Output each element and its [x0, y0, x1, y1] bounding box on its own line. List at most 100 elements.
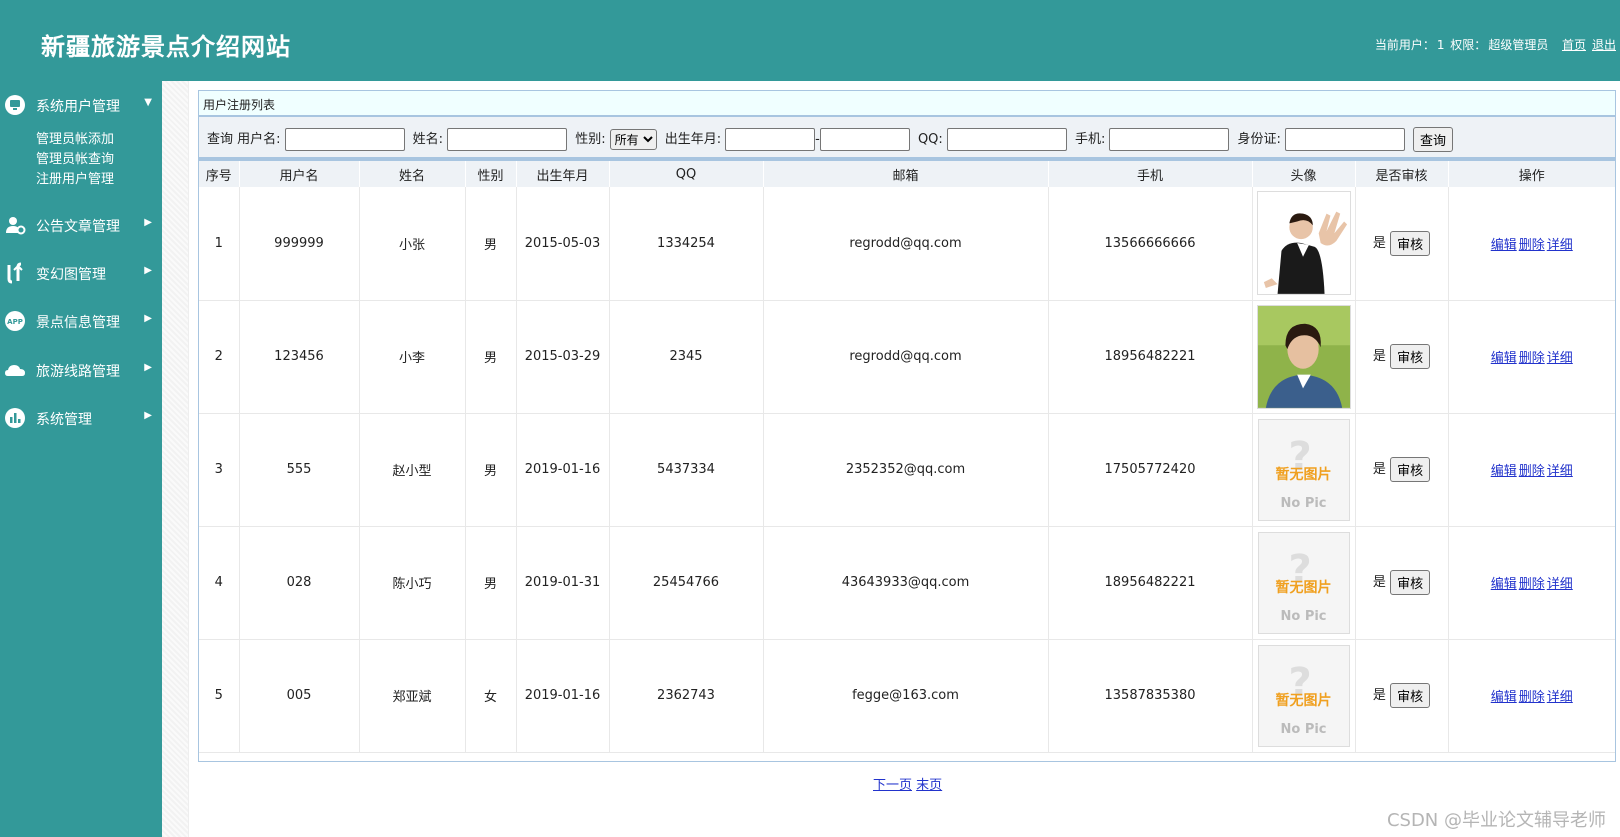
- sidebar-divider: [162, 81, 189, 837]
- delete-link[interactable]: 删除: [1519, 577, 1545, 592]
- watermark: CSDN @毕业论文辅导老师: [1386, 810, 1606, 831]
- cell-email: 2352352@qq.com: [763, 413, 1049, 527]
- user-info: 当前用户： 1 权限： 超级管理员 首页 退出: [1373, 36, 1616, 53]
- chevron-right-icon: ▶: [144, 362, 152, 373]
- exchange-icon: [7, 262, 23, 284]
- delete-link[interactable]: 删除: [1519, 351, 1545, 366]
- table-row: 3 555 赵小型男 2019-01-16 5437334 2352352@qq.com 1…: [199, 413, 1615, 527]
- cell-name: 小张: [359, 187, 466, 301]
- role-label: 权限：: [1450, 38, 1487, 52]
- sidebar-group-route[interactable]: 旅游线路管理 ▶: [0, 354, 162, 384]
- current-user-label: 当前用户：: [1374, 38, 1435, 52]
- column-header: 手机: [1048, 161, 1253, 187]
- detail-link[interactable]: 详细: [1547, 464, 1573, 479]
- cell-phone: 13566666666: [1048, 187, 1253, 301]
- name-input[interactable]: [447, 128, 568, 151]
- last-page-link[interactable]: 末页: [916, 778, 942, 793]
- cell-username: 999999: [239, 187, 360, 301]
- logout-link[interactable]: 退出: [1592, 38, 1616, 52]
- table-row: 1 999999 小张男 2015-05-03 1334254 regrodd@qq.co…: [199, 187, 1615, 301]
- audit-status: 是: [1372, 235, 1386, 251]
- svg-text:APP: APP: [7, 318, 23, 326]
- cell-qq: 2362743: [609, 639, 764, 753]
- cell-birth: 2019-01-31: [516, 526, 610, 640]
- cell-audit: 是 审核: [1355, 300, 1449, 414]
- edit-link[interactable]: 编辑: [1491, 464, 1517, 479]
- detail-link[interactable]: 详细: [1547, 690, 1573, 705]
- audit-button[interactable]: 审核: [1390, 570, 1431, 595]
- no-picture-text-en: No Pic: [1280, 495, 1327, 511]
- submenu-admin-query[interactable]: 管理员帐查询: [36, 148, 114, 167]
- cell-email: regrodd@qq.com: [763, 300, 1049, 414]
- delete-link[interactable]: 删除: [1519, 238, 1545, 253]
- audit-button[interactable]: 审核: [1390, 683, 1431, 708]
- name-label: 姓名:: [412, 132, 444, 147]
- edit-link[interactable]: 编辑: [1491, 577, 1517, 592]
- cell-avatar: ? 暂无图片 No Pic: [1252, 413, 1356, 527]
- user-gear-icon: [6, 217, 26, 235]
- chart-icon: [5, 408, 25, 428]
- gender-label: 性别:: [575, 132, 606, 147]
- phone-label: 手机:: [1074, 132, 1106, 147]
- id-card-input[interactable]: [1284, 128, 1405, 151]
- table-header-row: 序号 用户名 姓名 性别 出生年月 QQ 邮箱 手机 头像 是否审核 操作: [199, 161, 1615, 187]
- user-list-panel: 用户注册列表 查询 用户名: 姓名: 性别: 所有 出生年月: - QQ: 手机: …: [198, 90, 1616, 762]
- birth-start-input[interactable]: [725, 128, 816, 151]
- cell-qq: 2345: [609, 300, 764, 414]
- chevron-right-icon: ▶: [144, 410, 152, 421]
- cell-phone: 18956482221: [1048, 300, 1253, 414]
- sidebar-group-system[interactable]: 系统管理 ▶: [0, 402, 162, 432]
- edit-link[interactable]: 编辑: [1491, 690, 1517, 705]
- cell-qq: 5437334: [609, 413, 764, 527]
- app-icon: APP: [5, 311, 25, 331]
- audit-status: 是: [1372, 575, 1386, 590]
- home-link[interactable]: 首页: [1562, 38, 1586, 52]
- no-picture-placeholder: ? 暂无图片 No Pic: [1257, 644, 1350, 747]
- cell-avatar: [1252, 300, 1356, 414]
- cell-gender: 男: [465, 300, 517, 414]
- next-page-link[interactable]: 下一页: [873, 778, 912, 793]
- cell-no: 1: [199, 187, 240, 301]
- cell-audit: 是 审核: [1355, 413, 1449, 527]
- submenu-admin-add[interactable]: 管理员帐添加: [36, 128, 114, 147]
- no-picture-placeholder: ? 暂无图片 No Pic: [1257, 418, 1350, 521]
- qq-input[interactable]: [946, 128, 1067, 151]
- sidebar-group-scenic[interactable]: APP 景点信息管理 ▶: [0, 305, 162, 335]
- sidebar-group-label: 旅游线路管理: [36, 364, 120, 380]
- cloud-icon: [5, 365, 25, 376]
- edit-link[interactable]: 编辑: [1491, 238, 1517, 253]
- cell-gender: 女: [465, 639, 517, 753]
- submenu-registered-users[interactable]: 注册用户管理: [36, 168, 114, 187]
- search-button[interactable]: 查询: [1413, 127, 1454, 152]
- cell-no: 2: [199, 300, 240, 414]
- avatar-photo: [1256, 304, 1351, 409]
- no-picture-placeholder: ? 暂无图片 No Pic: [1257, 531, 1350, 634]
- delete-link[interactable]: 删除: [1519, 464, 1545, 479]
- delete-link[interactable]: 删除: [1519, 690, 1545, 705]
- edit-link[interactable]: 编辑: [1491, 351, 1517, 366]
- audit-button[interactable]: 审核: [1390, 457, 1431, 482]
- phone-input[interactable]: [1109, 128, 1230, 151]
- no-picture-text-en: No Pic: [1280, 721, 1327, 737]
- cell-name: 郑亚斌: [359, 639, 466, 753]
- gender-select[interactable]: 所有: [609, 129, 657, 150]
- audit-button[interactable]: 审核: [1390, 230, 1431, 256]
- chevron-down-icon: ▼: [144, 97, 152, 108]
- sidebar-group-slider[interactable]: 变幻图管理 ▶: [0, 257, 162, 287]
- cell-birth: 2019-01-16: [516, 413, 610, 527]
- detail-link[interactable]: 详细: [1547, 238, 1573, 253]
- audit-button[interactable]: 审核: [1390, 344, 1431, 369]
- column-header: 头像: [1252, 161, 1356, 187]
- query-username-label: 查询 用户名:: [207, 132, 281, 147]
- cell-name: 陈小巧: [359, 526, 466, 640]
- sidebar-group-notice[interactable]: 公告文章管理 ▶: [0, 209, 162, 239]
- detail-link[interactable]: 详细: [1547, 351, 1573, 366]
- chevron-right-icon: ▶: [144, 313, 152, 324]
- username-input[interactable]: [284, 128, 405, 151]
- chevron-right-icon: ▶: [144, 217, 152, 228]
- column-header: QQ: [609, 161, 764, 187]
- birth-end-input[interactable]: [819, 128, 910, 151]
- monitor-user-icon: [5, 95, 25, 115]
- detail-link[interactable]: 详细: [1547, 577, 1573, 592]
- sidebar-group-user-admin[interactable]: 系统用户管理 ▼: [0, 89, 162, 119]
